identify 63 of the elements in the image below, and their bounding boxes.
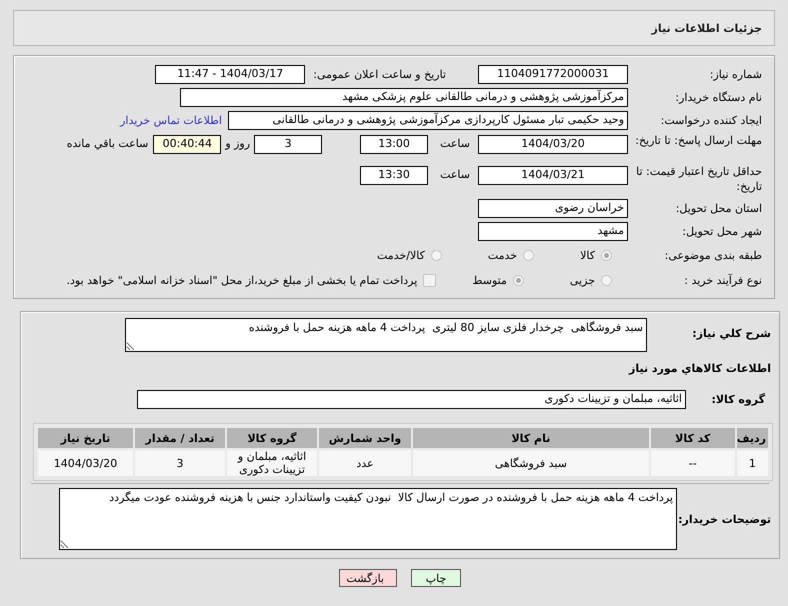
field-label: ایجاد کننده درخواست: <box>660 112 763 128</box>
page-title: جزئیات اطلاعات نیاز <box>652 22 762 34</box>
column-header: گروه کالا <box>227 428 317 448</box>
option-label: کالا/خدمت <box>377 248 425 262</box>
date-field: 1404/03/20 <box>478 135 628 154</box>
back-button[interactable]: بازگشت <box>339 569 397 587</box>
days-field: 3 <box>254 135 322 154</box>
option-label: متوسط <box>472 274 507 286</box>
time-field: 13:00 <box>360 135 428 154</box>
buyer-notes-field[interactable]: پرداخت 4 ماهه هزینه حمل با فروشنده در صورت ارسال کالا نبودن کیفیت واستاندارد جنس با هزینه فروشنده عودت میگردد <box>59 488 677 550</box>
column-header: رديف <box>736 428 768 448</box>
radio-button[interactable] <box>601 250 612 260</box>
field-label: طبقه بندی موضوعی: <box>664 248 763 262</box>
field-label: ساعت <box>439 137 471 150</box>
option-label: خدمت <box>488 248 518 262</box>
description-field[interactable]: سبد فروشگاهی چرخدار فلزی سایز 80 لیتری پرداخت 4 ماهه هزینه حمل با فروشنده <box>125 318 647 352</box>
table-cell: 3 <box>135 450 225 476</box>
need-number-field: 1104091772000031 <box>478 64 628 84</box>
table-cell: 1404/03/20 <box>38 450 133 476</box>
field-label: شرح کلي نياز: <box>691 326 772 341</box>
field-label: ساعت باقي مانده <box>66 137 150 150</box>
checkbox[interactable] <box>423 274 436 286</box>
field-label: نوع فرآیند خرید : <box>683 272 763 288</box>
field-label: توضیحات خریدار: <box>677 512 772 526</box>
option-label: جزیی <box>570 274 595 286</box>
city-field: مشهد <box>478 222 628 240</box>
radio-button[interactable] <box>512 274 524 286</box>
contact-link[interactable]: اطلاعات تماس خریدار <box>120 114 228 126</box>
time-field: 13:30 <box>360 166 428 185</box>
field-label: گروه کالا: <box>710 392 766 406</box>
radio-button[interactable] <box>523 250 534 260</box>
radio-button[interactable] <box>430 250 442 260</box>
radio-button[interactable] <box>601 274 612 286</box>
column-header: تعداد / مقدار <box>135 428 225 448</box>
field-label: ساعت <box>439 168 471 181</box>
option-label: پرداخت تمام یا بخشی از مبلغ خرید،از محل "اسناد خزانه اسلامی" خواهد بود. <box>66 274 418 286</box>
section-title: اطلاعات کالاهاي مورد نياز <box>628 362 771 375</box>
column-header: تاريخ نياز <box>38 428 133 448</box>
print-button[interactable]: چاپ <box>411 569 461 587</box>
table-cell: سبد فروشگاهی <box>413 450 649 476</box>
field-label: مهلت ارسال پاسخ: تا تاریخ: <box>634 133 763 148</box>
column-header: واحد شمارش <box>319 428 411 448</box>
field-label: شهر محل تحویل: <box>681 224 763 238</box>
buyer-org-field: مرکزآموزشی پژوهشی و درمانی طالقانی علوم پزشکی مشهد <box>180 88 628 106</box>
field-label: شماره نیاز: <box>708 66 763 82</box>
field-label: استان محل تحویل: <box>674 200 763 216</box>
column-header: کد کالا <box>650 428 735 448</box>
table-cell: 1 <box>736 450 768 476</box>
table-cell: -- <box>650 450 735 476</box>
province-field: خراسان رضوی <box>478 198 628 218</box>
date-field: 1404/03/21 <box>478 166 628 185</box>
column-header: نام کالا <box>413 428 649 448</box>
field-label: حداقل تاریخ اعتبار قیمت: تا تاریخ: <box>635 164 763 194</box>
field-label: روز و <box>224 137 252 150</box>
countdown-field: 00:40:44 <box>153 135 222 154</box>
field-label: نام دستگاه خریدار: <box>674 90 763 104</box>
requester-field: وحید حکیمی تبار مسئول کارپردازی مرکزآموزشی پژوهشی و درمانی طالقانی <box>228 110 628 130</box>
goods-group-field: اثاثیه، مبلمان و تزیینات دکوری <box>137 390 686 408</box>
table-cell: عدد <box>319 450 411 476</box>
option-label: کالا <box>580 248 595 262</box>
field-label: تاریخ و ساعت اعلان عمومی: <box>312 68 447 80</box>
announce-date-field: 1404/03/17 - 11:47 <box>155 64 306 84</box>
table-cell: اثاثیه، مبلمان و تزیینات دکوری <box>227 450 317 476</box>
